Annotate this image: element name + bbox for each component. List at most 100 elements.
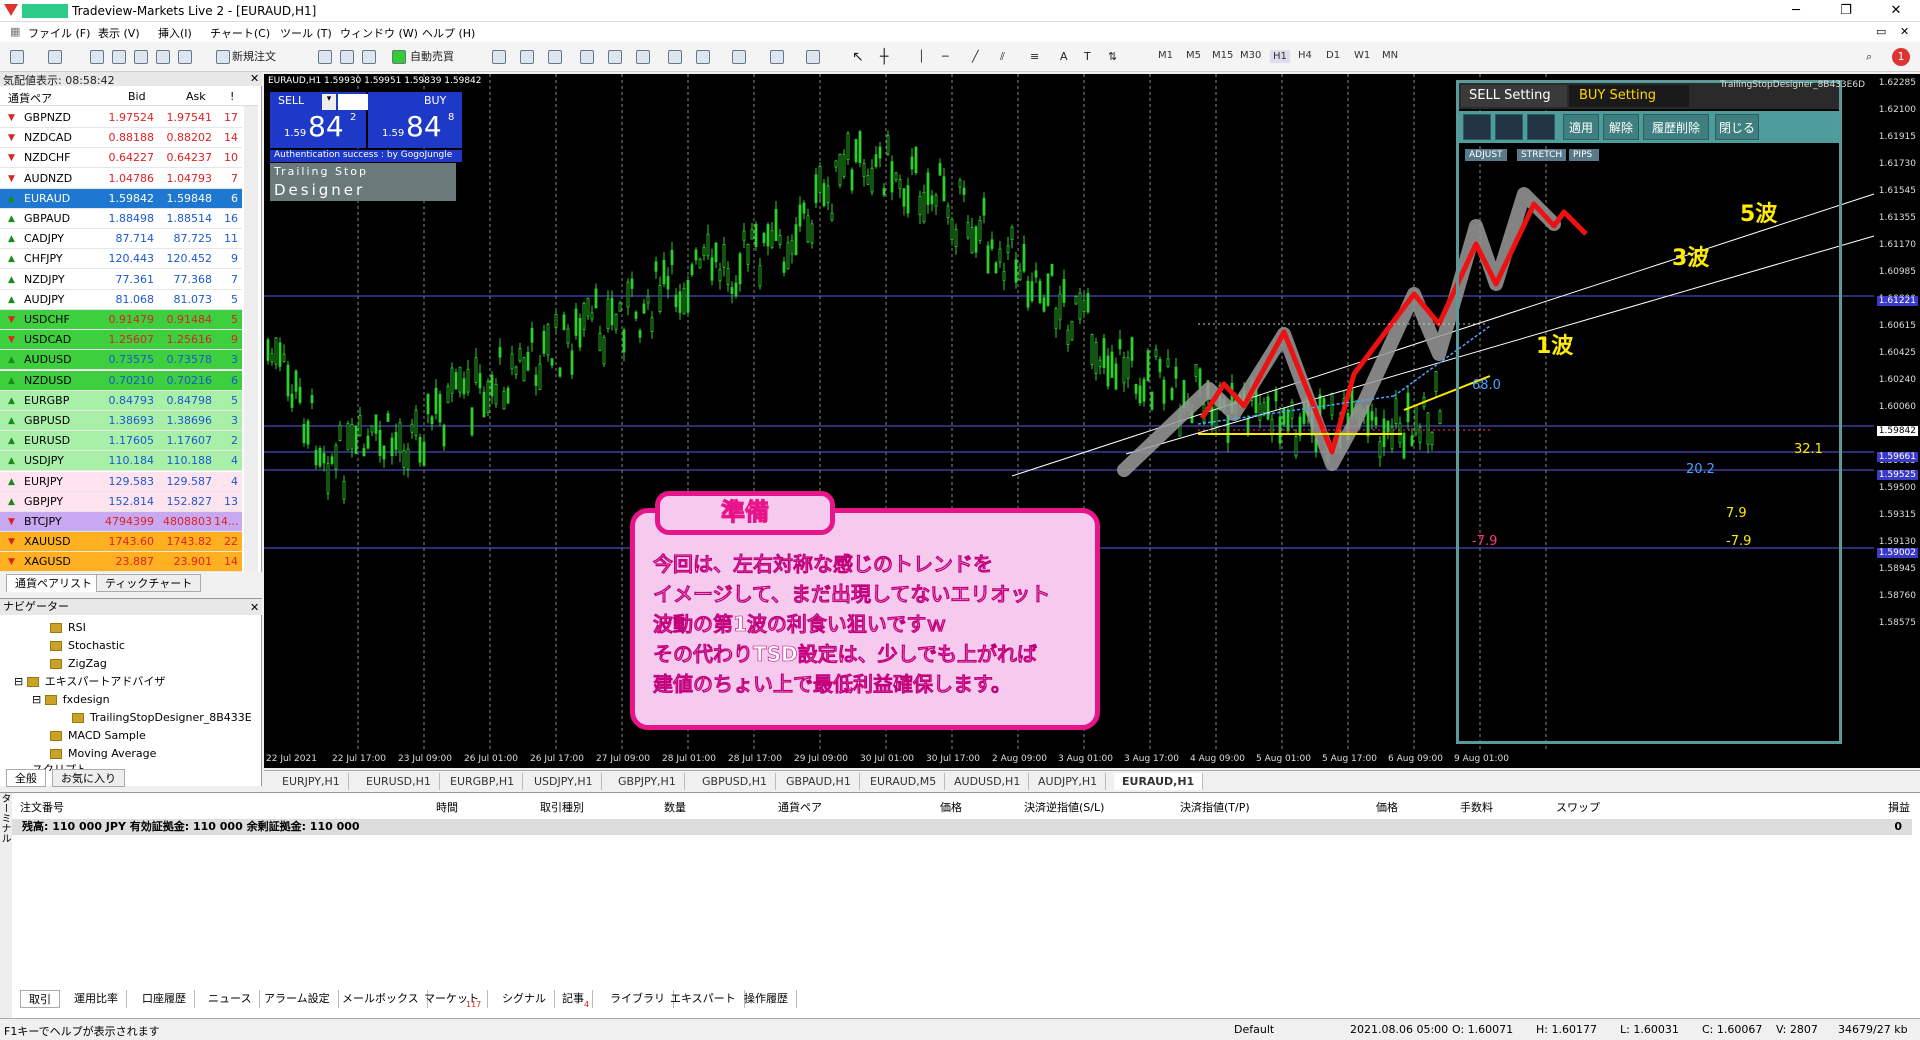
tf-h4[interactable]: H4 <box>1298 50 1312 61</box>
nav-item-zigzag[interactable]: ZigZag <box>50 655 107 673</box>
tab-tick-chart[interactable]: ティックチャート <box>96 574 202 592</box>
nav-item-macd[interactable]: MACD Sample <box>50 727 146 745</box>
tf-h1[interactable]: H1 <box>1270 50 1290 63</box>
quote-row[interactable]: ▲ AUDUSD 0.73575 0.73578 3 <box>0 350 242 371</box>
lot-down-icon[interactable]: ▾ <box>322 94 336 110</box>
chart-tab[interactable]: AUDUSD,H1 <box>946 773 1030 790</box>
data-window-icon[interactable] <box>112 50 126 64</box>
quote-row[interactable]: ▲ NZDUSD 0.70210 0.70216 6 <box>0 370 242 391</box>
chart-tab[interactable]: EURAUD,H1 <box>1114 773 1204 790</box>
candle-chart-icon[interactable] <box>520 50 534 64</box>
terminal-tab[interactable]: エキスパート <box>662 990 745 1008</box>
terminal-tab[interactable]: メールボックス <box>334 990 428 1008</box>
tester-icon[interactable] <box>178 50 192 64</box>
bar-chart-icon[interactable] <box>492 50 506 64</box>
terminal-column[interactable]: 価格 <box>940 799 962 815</box>
status-profile[interactable]: Default <box>1234 1023 1274 1036</box>
auto-trade-button[interactable]: 自動売買 <box>410 48 454 66</box>
tf-m5[interactable]: M5 <box>1186 50 1201 61</box>
quote-row[interactable]: ▲ NZDJPY 77.361 77.368 7 <box>0 269 242 290</box>
nav-item-tsd[interactable]: TrailingStopDesigner_8B433E <box>72 709 252 727</box>
quote-row[interactable]: ▲ EURAUD 1.59842 1.59848 6 <box>0 188 242 209</box>
periods-icon[interactable] <box>770 50 784 64</box>
quote-row[interactable]: ▼ NZDCHF 0.64227 0.64237 10 <box>0 148 242 169</box>
terminal-tab[interactable]: ニュース <box>200 990 261 1008</box>
new-chart-icon[interactable] <box>10 50 24 64</box>
quote-row[interactable]: ▼ USDCHF 0.91479 0.91484 5 <box>0 310 242 330</box>
quote-row[interactable]: ▲ EURJPY 129.583 129.587 4 <box>0 471 242 492</box>
auto-trade-icon[interactable] <box>392 50 406 64</box>
terminal-column[interactable]: 通貨ペア <box>778 799 822 815</box>
terminal-tab[interactable]: 取引 <box>20 990 60 1008</box>
nav-item-rsi[interactable]: RSI <box>50 619 86 637</box>
buy-button[interactable]: BUY 1.59 84 8 <box>368 92 462 148</box>
terminal-tab[interactable]: 操作履歴 <box>736 990 797 1008</box>
chart-tab[interactable]: EURJPY,H1 <box>274 773 349 790</box>
menu-tools[interactable]: ツール (T) <box>280 25 332 41</box>
quote-row[interactable]: ▲ GBPAUD 1.88498 1.88514 16 <box>0 209 242 229</box>
sell-setting-tab[interactable]: SELL Setting <box>1461 85 1567 107</box>
tsd-mode2-icon[interactable] <box>1495 114 1523 140</box>
col-symbol[interactable]: 通貨ペア <box>8 90 52 106</box>
profiles-icon[interactable] <box>48 50 62 64</box>
quote-row[interactable]: ▲ EURGBP 0.84793 0.84798 5 <box>0 390 242 411</box>
terminal-column[interactable]: 決済逆指値(S/L) <box>1024 799 1104 815</box>
col-spread[interactable]: ! <box>230 90 234 103</box>
quote-row[interactable]: ▲ EURUSD 1.17605 1.17607 2 <box>0 431 242 452</box>
stretch-toggle[interactable]: STRETCH <box>1517 149 1567 161</box>
pips-toggle[interactable]: PIPS <box>1569 149 1599 161</box>
cancel-tsd-button[interactable]: 解除 <box>1603 114 1639 140</box>
chart-tab[interactable]: EURAUD,M5 <box>862 773 946 790</box>
col-bid[interactable]: Bid <box>128 90 146 103</box>
tree-collapse-icon[interactable]: ⊟ <box>32 693 45 706</box>
menu-help[interactable]: ヘルプ (H) <box>422 25 475 41</box>
buy-setting-tab[interactable]: BUY Setting <box>1569 85 1689 107</box>
new-order-icon[interactable] <box>216 50 230 64</box>
tsd-mode1-icon[interactable] <box>1463 114 1491 140</box>
terminal-column[interactable]: 時間 <box>436 799 458 815</box>
terminal-column[interactable]: 数量 <box>664 799 686 815</box>
quote-row[interactable]: ▼ BTCJPY 4794399 4808803 14... <box>0 512 242 532</box>
quote-row[interactable]: ▲ USDJPY 110.184 110.188 4 <box>0 451 242 472</box>
chart-tab[interactable]: EURUSD,H1 <box>358 773 440 790</box>
cursor-icon[interactable]: ↖ <box>852 48 864 66</box>
tf-m30[interactable]: M30 <box>1240 50 1261 61</box>
chart-tab[interactable]: EURGBP,H1 <box>442 773 524 790</box>
terminal-tab[interactable]: アラーム設定 <box>256 990 339 1008</box>
navigator-icon[interactable] <box>134 50 148 64</box>
maximize-button[interactable]: ❐ <box>1826 2 1866 20</box>
close-button[interactable]: ✕ <box>1876 2 1916 20</box>
terminal-column[interactable]: スワップ <box>1556 799 1600 815</box>
terminal-icon[interactable] <box>156 50 170 64</box>
minimize-button[interactable]: ─ <box>1776 2 1816 20</box>
quote-row[interactable]: ▲ CADJPY 87.714 87.725 11 <box>0 229 242 250</box>
market-watch-scrollbar[interactable] <box>244 106 258 572</box>
channel-icon[interactable]: ⫽ <box>1000 48 1005 66</box>
terminal-column[interactable]: 価格 <box>1376 799 1398 815</box>
tab-general[interactable]: 全般 <box>6 769 46 787</box>
tf-m1[interactable]: M1 <box>1158 50 1173 61</box>
terminal-column[interactable]: 損益 <box>1888 799 1910 815</box>
quote-row[interactable]: ▼ AUDNZD 1.04786 1.04793 7 <box>0 168 242 189</box>
label-icon[interactable]: T <box>1084 48 1091 66</box>
close-tsd-button[interactable]: 閉じる <box>1715 114 1759 140</box>
apply-button[interactable]: 適用 <box>1563 114 1599 140</box>
navigator-close-icon[interactable]: ✕ <box>250 601 259 614</box>
tab-favorites[interactable]: お気に入り <box>52 769 125 787</box>
terminal-column[interactable]: 手数料 <box>1460 799 1493 815</box>
chart-tab[interactable]: USDJPY,H1 <box>526 773 602 790</box>
menu-insert[interactable]: 挿入(I) <box>158 25 192 41</box>
restore-child-icon[interactable]: ▭ <box>1876 25 1886 38</box>
terminal-column[interactable]: 注文番号 <box>20 799 64 815</box>
crosshair-icon[interactable]: ┼ <box>880 48 888 66</box>
indicators-icon[interactable] <box>732 50 746 64</box>
quote-row[interactable]: ▼ USDCAD 1.25607 1.25616 9 <box>0 330 242 351</box>
terminal-column[interactable]: 決済指値(T/P) <box>1180 799 1250 815</box>
terminal-tab[interactable]: 運用比率 <box>66 990 127 1008</box>
zoom-out-icon[interactable] <box>608 50 622 64</box>
menu-view[interactable]: 表示 (V) <box>98 25 140 41</box>
chart-tab[interactable]: GBPUSD,H1 <box>694 773 776 790</box>
quote-row[interactable]: ▲ AUDJPY 81.068 81.073 5 <box>0 289 242 310</box>
chart-shift-icon[interactable] <box>696 50 710 64</box>
autoscroll-icon[interactable] <box>668 50 682 64</box>
